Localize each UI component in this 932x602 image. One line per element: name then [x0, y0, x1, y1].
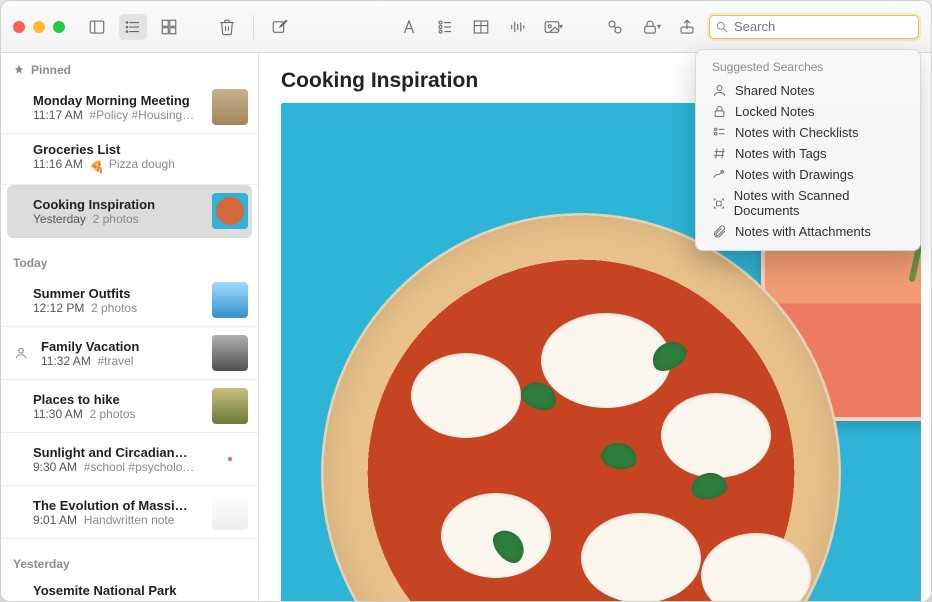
minimize-window-button[interactable]: [33, 21, 45, 33]
suggested-drawings[interactable]: Notes with Drawings: [702, 164, 914, 185]
suggested-searches-popover: Suggested Searches Shared Notes Locked N…: [695, 49, 921, 251]
note-title: Sunlight and Circadian…: [33, 445, 204, 460]
close-window-button[interactable]: [13, 21, 25, 33]
note-title: The Evolution of Massi…: [33, 498, 204, 513]
note-subtitle: 11:16 AM 🍕 Pizza dough: [33, 157, 248, 176]
tag-icon: [712, 146, 727, 161]
section-label: Pinned: [31, 63, 71, 77]
note-row[interactable]: The Evolution of Massi… 9:01 AM Handwrit…: [1, 486, 258, 539]
checklist-button[interactable]: [431, 14, 459, 40]
note-title: Cooking Inspiration: [33, 197, 204, 212]
suggested-item-label: Locked Notes: [735, 104, 815, 119]
suggested-item-label: Notes with Checklists: [735, 125, 859, 140]
note-thumbnail: [212, 282, 248, 318]
note-row[interactable]: Family Vacation 11:32 AM #travel: [1, 327, 258, 380]
note-row[interactable]: Monday Morning Meeting 11:17 AM #Policy …: [1, 81, 258, 134]
note-subtitle: 11:17 AM #Policy #Housing…: [33, 108, 204, 122]
suggested-item-label: Notes with Drawings: [735, 167, 854, 182]
note-title: Monday Morning Meeting: [33, 93, 204, 108]
media-menu-button[interactable]: ▾: [539, 14, 567, 40]
pin-icon: [13, 64, 25, 76]
section-label: Yesterday: [13, 557, 70, 571]
note-subtitle: Yesterday 2 photos: [33, 212, 204, 226]
note-title: Family Vacation: [41, 339, 204, 354]
note-title: Places to hike: [33, 392, 204, 407]
table-button[interactable]: [467, 14, 495, 40]
note-thumbnail: [212, 494, 248, 530]
pizza-icon: 🍕: [89, 160, 105, 176]
note-subtitle: 12:12 PM 2 photos: [33, 301, 204, 315]
fullscreen-window-button[interactable]: [53, 21, 65, 33]
suggested-shared-notes[interactable]: Shared Notes: [702, 80, 914, 101]
suggested-attachments[interactable]: Notes with Attachments: [702, 221, 914, 242]
lock-icon: [712, 104, 727, 119]
drawing-icon: [712, 167, 727, 182]
audio-button[interactable]: [503, 14, 531, 40]
toolbar-separator: [253, 15, 254, 39]
note-row[interactable]: Sunlight and Circadian… 9:30 AM #school …: [1, 433, 258, 486]
shared-icon: [712, 83, 727, 98]
section-pinned: Pinned: [1, 53, 258, 81]
note-subtitle: 9:01 AM Handwritten note: [33, 513, 204, 527]
search-field-wrap: [709, 15, 919, 39]
suggested-item-label: Notes with Scanned Documents: [734, 188, 904, 218]
section-today: Today: [1, 238, 258, 274]
section-label: Today: [13, 256, 47, 270]
notes-list-sidebar[interactable]: Pinned Monday Morning Meeting 11:17 AM #…: [1, 53, 259, 601]
format-text-button[interactable]: [395, 14, 423, 40]
note-thumbnail: [212, 193, 248, 229]
suggested-scanned[interactable]: Notes with Scanned Documents: [702, 185, 914, 221]
search-input[interactable]: [709, 15, 919, 39]
list-view-button[interactable]: [119, 14, 147, 40]
note-thumbnail: [212, 441, 248, 477]
gallery-view-button[interactable]: [155, 14, 183, 40]
titlebar: ▾ ▾ Suggested Searches Shared Notes: [1, 1, 931, 53]
suggested-searches-header: Suggested Searches: [702, 58, 914, 80]
scan-icon: [712, 196, 726, 211]
note-row-selected[interactable]: Cooking Inspiration Yesterday 2 photos: [7, 185, 252, 238]
toggle-sidebar-button[interactable]: [83, 14, 111, 40]
section-yesterday: Yesterday: [1, 539, 258, 575]
checklist-icon: [712, 125, 727, 140]
note-thumbnail: [212, 89, 248, 125]
suggested-tags[interactable]: Notes with Tags: [702, 143, 914, 164]
suggested-item-label: Shared Notes: [735, 83, 815, 98]
suggested-item-label: Notes with Tags: [735, 146, 827, 161]
delete-note-button[interactable]: [213, 14, 241, 40]
suggested-checklists[interactable]: Notes with Checklists: [702, 122, 914, 143]
link-note-button[interactable]: [601, 14, 629, 40]
notes-window: ▾ ▾ Suggested Searches Shared Notes: [0, 0, 932, 602]
note-title: Groceries List: [33, 142, 248, 157]
search-icon: [715, 20, 729, 37]
note-subtitle: 9:30 AM #school #psycholo…: [33, 460, 204, 474]
note-title: Yosemite National Park: [33, 583, 248, 598]
lock-menu-button[interactable]: ▾: [637, 14, 665, 40]
window-controls: [13, 21, 65, 33]
note-subtitle: 11:30 AM 2 photos: [33, 407, 204, 421]
note-thumbnail: [212, 335, 248, 371]
suggested-item-label: Notes with Attachments: [735, 224, 871, 239]
suggested-locked-notes[interactable]: Locked Notes: [702, 101, 914, 122]
note-subtitle: 11:32 AM #travel: [41, 354, 204, 368]
note-row[interactable]: Places to hike 11:30 AM 2 photos: [1, 380, 258, 433]
note-row[interactable]: Groceries List 11:16 AM 🍕 Pizza dough: [1, 134, 258, 185]
attachment-icon: [712, 224, 727, 239]
note-title: Summer Outfits: [33, 286, 204, 301]
note-row[interactable]: Summer Outfits 12:12 PM 2 photos: [1, 274, 258, 327]
share-button[interactable]: [673, 14, 701, 40]
shared-indicator-icon: [13, 346, 29, 360]
note-row[interactable]: Yosemite National Park: [1, 575, 258, 601]
note-thumbnail: [212, 388, 248, 424]
compose-note-button[interactable]: [266, 14, 294, 40]
